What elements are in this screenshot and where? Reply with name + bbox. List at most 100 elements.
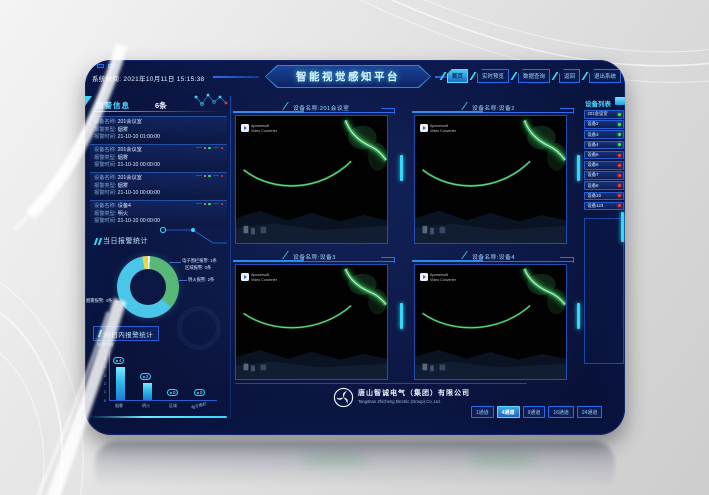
status-dot bbox=[618, 154, 621, 157]
watermark: ApowersoftVideo Converter bbox=[241, 273, 277, 282]
field-label: 设备名称: bbox=[94, 119, 116, 125]
status-dot bbox=[618, 123, 621, 126]
channel-button-24[interactable]: 24通道 bbox=[577, 406, 603, 418]
bar-smoke bbox=[116, 367, 125, 400]
alarm-entry[interactable]: 设备名称: 201会议室 报警类型: 烟雾 报警时间: 21-10-10 00:… bbox=[90, 172, 227, 198]
reflection-green-glow bbox=[300, 452, 370, 466]
device-list-item[interactable]: 设备5 bbox=[584, 151, 624, 160]
x-category-label: 电子围栏 bbox=[190, 401, 207, 411]
channel-button-16[interactable]: 16通道 bbox=[548, 406, 574, 418]
device-list-item[interactable]: 设备2 bbox=[584, 120, 624, 129]
watermark-icon bbox=[420, 273, 428, 281]
alarm-time: 21-10-10 00:00:00 bbox=[118, 218, 160, 224]
legend-leader-line bbox=[169, 262, 181, 263]
corner-bracket-decoration bbox=[381, 108, 395, 114]
network-icon bbox=[193, 91, 229, 111]
video-feed[interactable]: ApowersoftVideo Converter bbox=[414, 264, 567, 380]
right-edge-accent-bar bbox=[621, 212, 624, 242]
alarm-time: 21-10-10 00:00:00 bbox=[118, 190, 160, 196]
corner-decoration bbox=[108, 64, 115, 68]
tick-decoration bbox=[98, 238, 102, 245]
video-feed[interactable]: ApowersoftVideo Converter bbox=[235, 264, 388, 380]
status-dot bbox=[618, 164, 621, 167]
bar-value-badge: 0 bbox=[167, 389, 178, 396]
field-label: 报警时间: bbox=[94, 134, 116, 140]
y-tick: 2 bbox=[95, 382, 106, 386]
nav-item-exit[interactable]: 退出系统 bbox=[584, 69, 621, 83]
device-list-item[interactable]: 设备8 bbox=[584, 181, 624, 190]
alarm-entry[interactable]: 设备名称: 201会议室 报警类型: 烟雾 报警时间: 21-10-10 01:… bbox=[90, 116, 227, 142]
watermark-line1: Apowersoft bbox=[251, 273, 269, 277]
slash-icon bbox=[282, 251, 292, 259]
y-axis-label: 报警个数 bbox=[97, 342, 114, 348]
video-feed[interactable]: ApowersoftVideo Converter bbox=[235, 115, 388, 244]
alarm-time: 21-10-10 00:00:00 bbox=[118, 162, 160, 168]
alarm-entry[interactable]: 设备名称: 201会议室 报警类型: 烟雾 报警时间: 21-10-10 00:… bbox=[90, 144, 227, 170]
bar-value-badge: 2 bbox=[140, 373, 151, 380]
nav-item-live[interactable]: 实时预览 bbox=[472, 69, 509, 83]
nav-item-query[interactable]: 数据查询 bbox=[513, 69, 550, 83]
donut-legend-smoke: 烟雾报警: 4条 bbox=[86, 298, 112, 304]
device-list-item[interactable]: 设备6 bbox=[584, 161, 624, 170]
device-list-item[interactable]: 设备3 bbox=[584, 130, 624, 139]
monthly-stats-title: 30日内报警统计 bbox=[103, 329, 153, 339]
dashboard-reflection bbox=[95, 441, 615, 495]
node-line-decoration bbox=[155, 223, 229, 251]
video-panel-3: 设备名称:设备3 Apowersoft bbox=[233, 249, 395, 382]
tick-decoration bbox=[98, 330, 102, 337]
video-panel-title: 设备名称:201会议室 bbox=[293, 103, 349, 112]
device-list-item[interactable]: 设备4 bbox=[584, 141, 624, 150]
device-panel-empty-box bbox=[584, 218, 624, 364]
y-tick: 1 bbox=[95, 390, 106, 394]
company-name-en: Tangshan Zhicheng Electric (Group) Co.,L… bbox=[358, 399, 441, 404]
nav-button-live-preview[interactable]: 实时预览 bbox=[477, 69, 509, 83]
channel-switcher: 1通道 4通道 9通道 16通道 24通道 bbox=[471, 406, 602, 418]
donut-legend-fence: 电子围栏报警: 1条 bbox=[182, 258, 217, 264]
channel-button-4[interactable]: 4通道 bbox=[497, 406, 520, 418]
alarm-count-badge: 6条 bbox=[155, 100, 167, 111]
device-name: 201会议室 bbox=[118, 119, 142, 125]
gutter-accent-bar bbox=[400, 303, 403, 329]
field-label: 报警时间: bbox=[94, 190, 116, 196]
bar-value-badge: 0 bbox=[194, 389, 205, 396]
channel-button-1[interactable]: 1通道 bbox=[471, 406, 494, 418]
status-dot bbox=[618, 194, 621, 197]
status-dot bbox=[618, 204, 621, 207]
x-category-label: 烟雾 bbox=[115, 403, 123, 409]
left-panel-glow-line bbox=[89, 416, 227, 418]
donut-legend-area: 区域报警: 0条 bbox=[185, 265, 211, 271]
today-stats-title-row: 当日报警统计 bbox=[95, 236, 148, 246]
system-time: 系统时间: 2021年10月11日 15:15:38 bbox=[92, 73, 204, 83]
nav-item-home[interactable]: 首页 bbox=[442, 69, 468, 83]
video-panel-header: 设备名称:201会议室 bbox=[233, 100, 395, 113]
device-list-title: 设备列表 bbox=[585, 98, 611, 108]
nav-button-data-query[interactable]: 数据查询 bbox=[518, 69, 550, 83]
donut-legend-fire: 明火报警: 2条 bbox=[188, 277, 214, 283]
field-label: 报警类型: bbox=[94, 155, 116, 161]
field-label: 设备名称: bbox=[94, 175, 116, 181]
nav-item-back[interactable]: 返回 bbox=[554, 69, 580, 83]
status-dot bbox=[618, 184, 621, 187]
bar-value-badge: 4 bbox=[113, 357, 124, 364]
video-feed[interactable]: ApowersoftVideo Converter bbox=[414, 115, 567, 244]
dashboard-window: 系统时间: 2021年10月11日 15:15:38 智能视觉感知平台 首页 实… bbox=[85, 60, 625, 435]
device-list-item[interactable]: 设备7 bbox=[584, 171, 624, 180]
watermark-line1: Apowersoft bbox=[430, 273, 448, 277]
video-frame-image bbox=[415, 116, 566, 243]
monthly-alarm-bar-chart: 报警个数 6 5 4 3 2 1 0 4 2 0 0 烟雾 明火 区域 电子围栏 bbox=[95, 342, 223, 414]
channel-button-9[interactable]: 9通道 bbox=[523, 406, 546, 418]
device-list-item[interactable]: 设备123 bbox=[584, 202, 624, 211]
nav-button-home[interactable]: 首页 bbox=[447, 69, 468, 83]
bar-plot-area: 4 2 0 0 bbox=[109, 351, 217, 401]
status-dot-strip bbox=[196, 147, 224, 150]
gutter-accent-bar bbox=[577, 303, 580, 329]
watermark-icon bbox=[241, 273, 249, 281]
slash-icon bbox=[461, 251, 471, 259]
device-list-item[interactable]: 201会议室 bbox=[584, 110, 624, 119]
nav-button-back[interactable]: 返回 bbox=[559, 69, 580, 83]
device-list: 201会议室 设备2 设备3 设备4 设备5 设备6 设备7 设备8 设备33 … bbox=[584, 110, 624, 210]
nav-button-exit[interactable]: 退出系统 bbox=[589, 69, 621, 83]
video-panel-2: 设备名称:设备2 Apowersoft bbox=[412, 100, 574, 246]
alarm-type: 烟雾 bbox=[118, 155, 128, 161]
device-list-item[interactable]: 设备33 bbox=[584, 192, 624, 201]
